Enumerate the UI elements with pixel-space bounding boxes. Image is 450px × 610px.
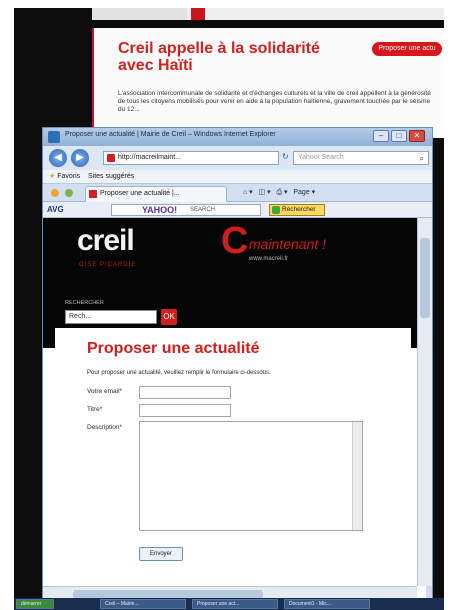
page-title: Proposer une actualité xyxy=(87,340,260,357)
favorites-icon[interactable] xyxy=(51,189,59,197)
favorites-label[interactable]: Favoris xyxy=(57,173,80,180)
site-search-label: RECHERCHER xyxy=(65,300,104,306)
home-icon[interactable]: ⌂ xyxy=(243,189,247,196)
page-menu[interactable]: Page xyxy=(293,189,309,196)
submit-button[interactable]: Envoyer xyxy=(139,547,183,561)
propose-news-pill[interactable]: Proposer une actu xyxy=(372,42,442,56)
vertical-scrollbar[interactable] xyxy=(417,218,432,586)
article-text: L'association intercommunale de solidari… xyxy=(118,90,431,113)
feeds-icon[interactable]: ◫ xyxy=(259,189,266,196)
browser-window: Proposer une actualité | Mairie de Creil… xyxy=(42,127,433,603)
description-label: Description* xyxy=(87,424,123,431)
address-input[interactable]: http://macreilmaint... xyxy=(103,151,279,165)
rechercher-button[interactable]: Rechercher xyxy=(269,204,325,216)
email-label: Votre email* xyxy=(87,388,123,395)
refresh-icon[interactable]: ↻ xyxy=(282,152,289,162)
article-title[interactable]: Creil appelle à la solidarité avec Haïti xyxy=(118,40,338,74)
yahoo-logo: YAHOO! xyxy=(142,205,178,215)
address-url: http://macreilmaint... xyxy=(118,154,182,161)
vertical-scroll-thumb[interactable] xyxy=(420,238,430,318)
email-field[interactable] xyxy=(139,386,231,399)
print-icon[interactable]: ⎙ xyxy=(276,189,282,196)
taskbar-item-document[interactable]: Document1 - Mic... xyxy=(284,599,370,609)
browser-search-input[interactable]: Yahoo! Search ⌕ xyxy=(293,151,429,165)
window-title: Proposer une actualité | Mairie de Creil… xyxy=(65,131,276,138)
description-textarea[interactable] xyxy=(139,421,363,531)
taskbar: démarrer Creil – Mairie... Proposer une … xyxy=(14,598,444,610)
creil-logo-sub: OISE PICARDIE xyxy=(79,262,137,268)
background-red-tab xyxy=(191,8,205,20)
ie-icon xyxy=(48,131,60,143)
tab-label: Proposer une actualité |... xyxy=(100,190,180,197)
favorites-bar: ★ Favoris Sites suggérés xyxy=(43,170,432,184)
title-label: Titre* xyxy=(87,406,103,413)
back-button[interactable]: ◀ xyxy=(49,149,67,167)
site-search-input[interactable]: Rech... xyxy=(65,310,157,324)
slogan-url: www.macreil.fr xyxy=(249,256,289,262)
creil-logo[interactable]: creil xyxy=(77,224,135,258)
form-intro: Pour proposer une actualité, veuillez re… xyxy=(87,370,271,376)
taskbar-item-proposer[interactable]: Proposer une act... xyxy=(192,599,278,609)
favorites-star-icon[interactable]: ★ xyxy=(49,173,55,180)
background-top-strip xyxy=(92,8,444,20)
close-button[interactable]: ✕ xyxy=(409,130,425,142)
background-article: Creil appelle à la solidarité avec Haïti… xyxy=(92,28,444,138)
textarea-scrollbar[interactable] xyxy=(352,422,362,530)
form-panel: Proposer une actualité Pour proposer une… xyxy=(55,328,411,603)
active-tab[interactable]: Proposer une actualité |... xyxy=(85,186,227,202)
browser-search-placeholder: Yahoo! Search xyxy=(298,154,344,161)
taskbar-item-creil[interactable]: Creil – Mairie... xyxy=(100,599,186,609)
title-field[interactable] xyxy=(139,404,231,417)
site-favicon xyxy=(107,154,115,162)
web-page: creil OISE PICARDIE C maintenant ! www.m… xyxy=(43,218,426,603)
command-bar: ⌂ ▾ ◫ ▾ ⎙ ▾ Page ▾ xyxy=(243,189,316,196)
rechercher-label: Rechercher xyxy=(282,206,316,213)
tab-favicon xyxy=(89,190,97,198)
site-search-button[interactable]: OK xyxy=(161,309,177,325)
background-top-bar xyxy=(92,8,187,20)
avg-toolbar: AVG YAHOO! SEARCH Rechercher xyxy=(43,202,432,218)
maximize-button[interactable]: □ xyxy=(391,130,407,142)
slogan-logo-c: C xyxy=(221,220,249,262)
minimize-button[interactable]: – xyxy=(373,130,389,142)
slogan-text: maintenant ! xyxy=(249,236,327,252)
search-icon[interactable]: ⌕ xyxy=(420,153,424,164)
window-title-bar[interactable]: Proposer une actualité | Mairie de Creil… xyxy=(43,128,432,146)
yahoo-search-label: SEARCH xyxy=(190,207,216,213)
tab-row: Proposer une actualité |... ⌂ ▾ ◫ ▾ ⎙ ▾ … xyxy=(43,184,432,202)
forward-button[interactable]: ▶ xyxy=(71,149,89,167)
search-go-icon xyxy=(272,206,280,214)
address-bar-row: ◀ ▶ http://macreilmaint... ↻ Yahoo! Sear… xyxy=(43,146,432,170)
suggested-sites-link[interactable]: Sites suggérés xyxy=(88,173,134,180)
add-favorite-icon[interactable] xyxy=(65,189,73,197)
start-button[interactable]: démarrer xyxy=(16,599,54,609)
avg-logo[interactable]: AVG xyxy=(47,204,64,216)
yahoo-search-input[interactable]: YAHOO! SEARCH xyxy=(111,204,261,216)
